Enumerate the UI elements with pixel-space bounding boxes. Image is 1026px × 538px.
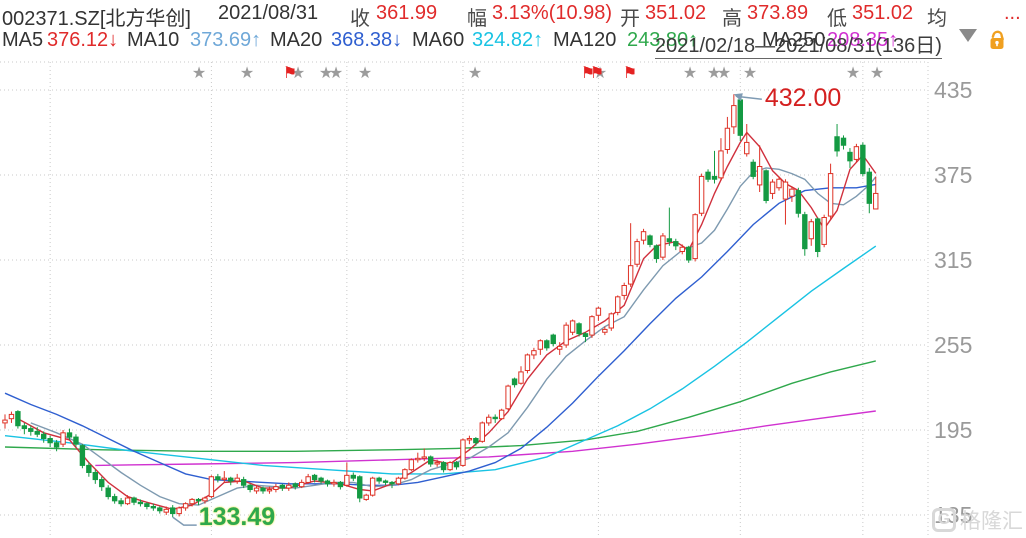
flag-event-icon: ⚑ — [623, 65, 637, 82]
gelonghui-watermark: G 格隆汇 — [932, 505, 1023, 535]
star-event-icon: ★ — [846, 65, 860, 82]
stock-chart-app: 002371.SZ[北方华创] 2021/08/31 收 361.99 幅 3.… — [0, 0, 1026, 538]
gelonghui-logo-icon: G — [932, 508, 956, 532]
kline-chart-canvas[interactable]: 435 375 315 255 195 135 ★ ★ ★ ★ ★ ★ ★ ★ ★ ★ ★ ★ ★ ★ ⚑ ⚑ ⚑ ⚑ 432… — [0, 0, 1026, 538]
star-event-icon: ★ — [240, 65, 254, 82]
low-price-annotation: 133.49 — [198, 503, 276, 532]
svg-text:255: 255 — [934, 332, 972, 358]
star-event-icon: ★ — [717, 65, 731, 82]
unlock-icon[interactable] — [986, 29, 1008, 57]
star-event-icon: ★ — [468, 65, 482, 82]
watermark-text: 格隆汇 — [960, 510, 1023, 533]
svg-text:435: 435 — [934, 77, 972, 103]
date-range-selector[interactable]: 2021/02/18—2021/08/31(136日) — [655, 29, 942, 59]
star-event-icon: ★ — [870, 65, 884, 82]
svg-text:375: 375 — [934, 162, 972, 188]
star-event-icon: ★ — [329, 65, 343, 82]
high-price-annotation: 432.00 — [764, 84, 842, 113]
flag-event-icon: ⚑ — [283, 65, 297, 82]
star-event-icon: ★ — [192, 65, 206, 82]
flag-event-icon: ⚑ — [590, 65, 604, 82]
star-event-icon: ★ — [358, 65, 372, 82]
svg-text:195: 195 — [934, 417, 972, 443]
kline-chart-svg: 435375315255195135★ ★ ★ ★★ ★ ★ ★ ★ ★★ ★ ★ ★⚑ ⚑⚑ ⚑ — [0, 61, 972, 538]
star-event-icon: ★ — [683, 65, 697, 82]
svg-text:315: 315 — [934, 247, 972, 273]
star-event-icon: ★ — [743, 65, 757, 82]
chevron-down-icon[interactable] — [959, 29, 977, 42]
